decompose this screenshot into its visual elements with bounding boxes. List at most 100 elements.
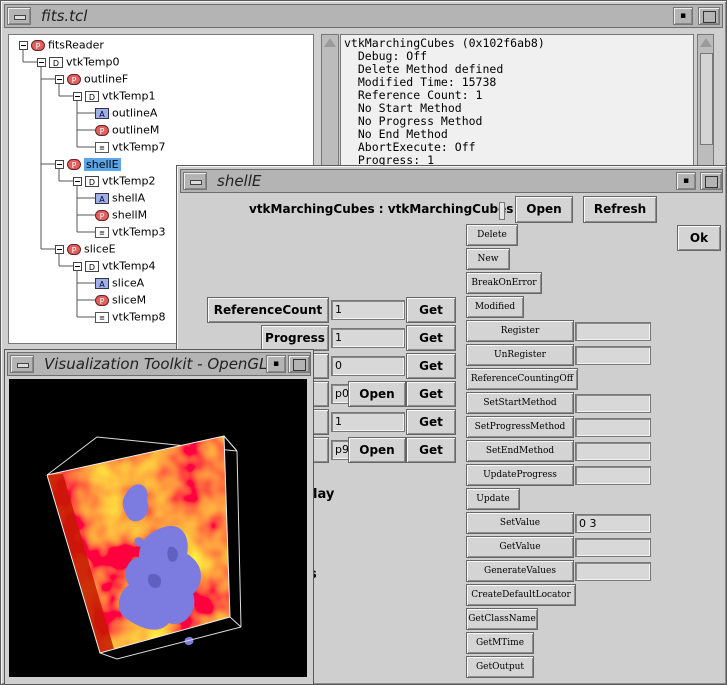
method-arg-field[interactable]: [575, 394, 651, 413]
data-object-icon: D: [85, 260, 99, 272]
method-button[interactable]: BreakOnError: [466, 272, 542, 294]
property-label-button[interactable]: Progress: [261, 325, 329, 351]
tree-node[interactable]: PsliceE: [55, 242, 116, 257]
property-get-button[interactable]: Get: [406, 353, 456, 379]
method-button[interactable]: SetValue: [466, 512, 574, 534]
method-button[interactable]: UpdateProgress: [466, 464, 574, 486]
header-separator: [499, 202, 505, 220]
method-button[interactable]: UnRegister: [466, 344, 574, 366]
tree-node[interactable]: ≡ vtkTemp3: [95, 225, 166, 240]
tree-node-label: vtkTemp4: [102, 259, 156, 273]
tree-node[interactable]: PshellM: [95, 208, 147, 223]
shell-window-menu-icon[interactable]: [183, 172, 207, 190]
tree-node[interactable]: PoutlineM: [95, 123, 159, 138]
property-open-button[interactable]: Open: [348, 437, 406, 463]
collapse-toggle-icon[interactable]: [73, 176, 82, 186]
method-button[interactable]: SetStartMethod: [466, 392, 574, 414]
collapse-toggle-icon[interactable]: [55, 244, 64, 254]
render-canvas[interactable]: [9, 379, 307, 677]
method-arg-field[interactable]: 0 3: [575, 514, 651, 533]
collapse-toggle-icon[interactable]: [19, 40, 28, 50]
shell-titlebar[interactable]: shellE ▪: [180, 169, 723, 193]
minimize-icon[interactable]: ▪: [673, 7, 693, 25]
fits-titlebar[interactable]: fits.tcl ▪: [4, 4, 723, 28]
tree-node-label: outlineA: [112, 106, 158, 120]
tree-node[interactable]: ≡ vtkTemp7: [95, 140, 166, 155]
collapse-toggle-icon[interactable]: [55, 74, 64, 84]
collapse-toggle-icon[interactable]: [73, 91, 82, 101]
property-value-field[interactable]: 1: [331, 412, 405, 432]
scroll-up-arrow-icon[interactable]: [324, 38, 336, 47]
property-get-button[interactable]: Get: [406, 325, 456, 351]
object-info-text: vtkMarchingCubes (0x102f6ab8) Debug: Off…: [340, 34, 694, 174]
tree-node-label: fitsReader: [48, 38, 104, 52]
shell-minimize-icon[interactable]: ▪: [676, 172, 696, 190]
method-button[interactable]: Register: [466, 320, 574, 342]
method-button[interactable]: Modified: [466, 296, 524, 318]
method-arg-field[interactable]: [575, 442, 651, 461]
tree-node[interactable]: ≡ vtkTemp8: [95, 310, 166, 325]
method-button[interactable]: New: [466, 248, 510, 270]
method-button[interactable]: GetOutput: [466, 656, 534, 678]
property-label-button[interactable]: ReferenceCount: [207, 297, 329, 323]
collapse-toggle-icon[interactable]: [37, 57, 46, 67]
shell-maximize-icon[interactable]: [700, 172, 722, 190]
property-get-button[interactable]: Get: [406, 437, 456, 463]
collapse-toggle-icon[interactable]: [73, 261, 82, 271]
method-button[interactable]: ReferenceCountingOff: [466, 368, 578, 390]
tree-node[interactable]: DvtkTemp1: [73, 89, 156, 104]
refresh-button[interactable]: Refresh: [583, 196, 657, 223]
property-value-field[interactable]: 1: [331, 328, 405, 348]
window-menu-icon[interactable]: [7, 7, 31, 25]
method-arg-field[interactable]: [575, 562, 651, 581]
method-button[interactable]: Update: [466, 488, 520, 510]
property-open-button[interactable]: Open: [348, 381, 406, 407]
ok-button[interactable]: Ok: [677, 225, 721, 251]
info-scroll-up-arrow-icon[interactable]: [700, 38, 712, 47]
vis-maximize-icon[interactable]: [288, 355, 310, 373]
method-arg-field[interactable]: [575, 322, 651, 341]
tree-node-label: vtkTemp2: [102, 174, 156, 188]
tree-node-label: outlineM: [112, 123, 160, 137]
method-button[interactable]: GetValue: [466, 536, 574, 558]
tree-node[interactable]: PfitsReader: [19, 38, 104, 53]
tree-node[interactable]: AshellA: [95, 191, 145, 206]
method-button[interactable]: GetClassName: [466, 608, 538, 630]
vis-minimize-icon[interactable]: ▪: [266, 355, 286, 373]
tree-node[interactable]: PsliceM: [95, 293, 146, 308]
tree-node[interactable]: PshellE: [55, 157, 121, 172]
property-value-field[interactable]: 0: [331, 356, 405, 376]
info-scrollbar[interactable]: [697, 34, 714, 174]
open-button[interactable]: Open: [515, 196, 573, 223]
method-arg-field[interactable]: [575, 346, 651, 365]
method-button[interactable]: CreateDefaultLocator: [466, 584, 576, 606]
tree-node[interactable]: AoutlineA: [95, 106, 157, 121]
property-get-button[interactable]: Get: [406, 381, 456, 407]
method-arg-field[interactable]: [575, 538, 651, 557]
method-button[interactable]: GetMTime: [466, 632, 534, 654]
tree-node-label: shellE: [84, 157, 121, 171]
method-arg-field[interactable]: [575, 418, 651, 437]
tree-node[interactable]: DvtkTemp2: [73, 174, 156, 189]
process-object-icon: P: [95, 294, 109, 306]
property-value-field[interactable]: 1: [331, 300, 405, 320]
info-scroll-thumb[interactable]: [700, 53, 713, 145]
collapse-toggle-icon[interactable]: [55, 159, 64, 169]
tree-node[interactable]: AsliceA: [95, 276, 144, 291]
method-button[interactable]: GenerateValues: [466, 560, 574, 582]
vis-titlebar[interactable]: Visualization Toolkit - OpenGL ▪: [7, 352, 311, 376]
tree-node[interactable]: DvtkTemp4: [73, 259, 156, 274]
property-get-button[interactable]: Get: [406, 297, 456, 323]
method-button[interactable]: SetProgressMethod: [466, 416, 574, 438]
tree-node[interactable]: DvtkTemp0: [37, 55, 120, 70]
maximize-icon[interactable]: [698, 7, 720, 25]
tree-node-label: shellA: [112, 191, 146, 205]
method-button[interactable]: SetEndMethod: [466, 440, 574, 462]
property-get-button[interactable]: Get: [406, 409, 456, 435]
tree-node[interactable]: PoutlineF: [55, 72, 128, 87]
process-object-icon: P: [67, 243, 81, 255]
window-title: fits.tcl: [41, 7, 88, 25]
method-button[interactable]: Delete: [466, 224, 518, 246]
vis-window-menu-icon[interactable]: [10, 355, 34, 373]
method-arg-field[interactable]: [575, 466, 651, 485]
